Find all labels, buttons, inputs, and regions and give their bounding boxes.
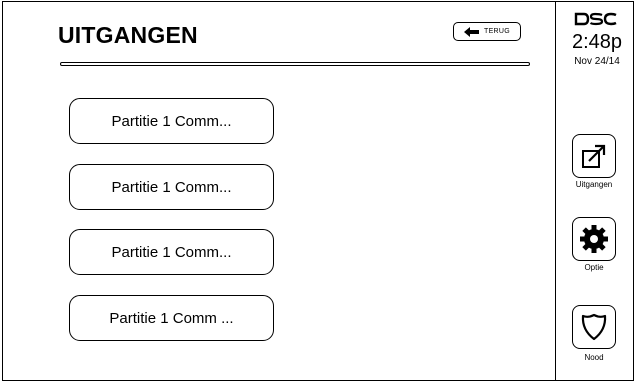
options-nav-label: Optie (584, 263, 604, 272)
page-title: UITGANGEN (58, 22, 198, 48)
back-button-label: TERUG (484, 28, 510, 35)
outputs-nav-button[interactable] (572, 134, 616, 178)
title-underline-bar (60, 62, 530, 66)
back-button[interactable]: TERUG (453, 22, 521, 41)
external-link-icon (582, 144, 606, 168)
clock-time: 2:48p (571, 31, 623, 53)
output-button-2[interactable]: Partitie 1 Comm... (69, 164, 274, 210)
clock-date: Nov 24/14 (574, 56, 620, 67)
brand-logo (566, 12, 626, 26)
output-button-3[interactable]: Partitie 1 Comm... (69, 229, 274, 275)
emergency-nav-button[interactable] (572, 305, 616, 349)
sidebar-divider (555, 1, 556, 381)
outputs-nav-label: Uitgangen (575, 180, 613, 189)
output-list: Partitie 1 Comm... Partitie 1 Comm... Pa… (69, 98, 274, 361)
gear-icon (580, 225, 608, 253)
arrow-left-icon (464, 26, 479, 37)
emergency-nav-label: Nood (584, 353, 604, 362)
dsc-logo (574, 12, 617, 26)
shield-icon (581, 313, 607, 341)
output-button-4[interactable]: Partitie 1 Comm ... (69, 295, 274, 341)
options-nav-button[interactable] (572, 217, 616, 261)
output-button-1[interactable]: Partitie 1 Comm... (69, 98, 274, 144)
